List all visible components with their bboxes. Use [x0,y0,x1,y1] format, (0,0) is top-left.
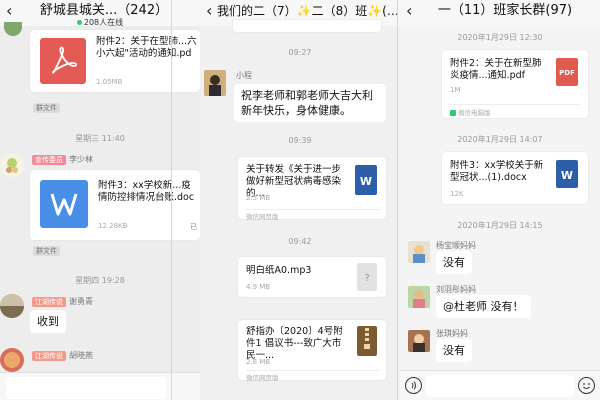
timestamp: 2020年1月29日 14:07 [457,135,543,144]
timestamp: 2020年1月29日 14:15 [457,221,543,230]
chat-panel-2: ‹ 我们的二（7）✨二（8）班✨(235) 09:27 小程 祝李老师和郭老师大… [200,0,400,400]
sender-name-text: 谢勇青 [69,297,93,306]
svg-text:W: W [360,175,372,188]
word-file-icon: W [556,160,578,188]
file-size: 12K [450,190,464,198]
timestamp: 星期四 19:28 [75,276,125,285]
text-message: 祝李老师和郭老师大吉大利新年快乐，身体健康。 [234,84,386,122]
chat-panel-1: ‹ 舒城县城关...（242） 208人在线 附件2：关于在型肺...六小六起"… [0,0,200,400]
question-icon: ? [364,273,369,284]
timestamp: 09:42 [288,237,312,246]
file-size: 1M [450,86,461,94]
sender-name-text: 李少林 [69,155,93,164]
chat-title: 我们的二（7）✨二（8）班✨(235) [217,4,399,18]
member-tag: 江湖传说 [32,350,66,361]
avatar[interactable] [0,294,24,318]
sender-name: 宣传委员 李少林 [32,154,93,165]
member-tag: 江湖传说 [32,296,66,307]
avatar[interactable] [408,330,430,352]
source-label: 微信网页版 [246,370,380,382]
panel-divider [397,0,398,400]
archive-file-icon [357,326,377,356]
sender-name: 张琪妈妈 [436,329,468,338]
file-message-card[interactable]: 附件3：xx学校关于新型冠状...(1).docx 12K W [442,152,588,204]
unknown-file-icon: ? [357,263,377,291]
file-name: 附件2：关于在新型肺炎疫情...通知.pdf [450,58,542,81]
file-message-card[interactable]: 关于转发《关于进一步做好新型冠状病毒感染的... 2.5 MB W 微信网页版 [238,157,386,221]
chat-header: ‹ 一（11）班家长群(97) [400,0,600,26]
timestamp: 星期三 11:40 [75,134,125,143]
message-input[interactable] [426,375,574,397]
panel-divider [171,0,172,400]
screenshot-collage: ‹ 舒城县城关...（242） 208人在线 附件2：关于在型肺...六小六起"… [0,0,600,400]
file-name: 附件2：关于在型肺...六小六起"活动的通知.pd [96,36,197,59]
chat-title: 一（11）班家长群(97) [437,3,573,18]
download-status: 已 [190,223,197,231]
avatar[interactable] [0,153,24,177]
text-message: 没有 [436,339,472,362]
wechat-icon [450,110,456,116]
avatar[interactable] [204,70,226,96]
sender-name: 江湖传说 谢勇青 [32,296,93,307]
sender-name: 刘羽彤妈妈 [436,285,476,294]
file-size: 12.28KB [98,222,128,230]
file-message-card[interactable]: 附件2：关于在新型肺炎疫情...通知.pdf 1M PDF 微信电脑版 [442,50,588,118]
sender-name: 江湖传说 胡晓燕 [32,350,93,361]
input-bar [400,370,600,400]
avatar[interactable] [408,286,430,308]
svg-text:W: W [561,169,573,182]
group-file-badge: 群文件 [33,103,60,113]
back-arrow-icon[interactable]: ‹ [206,2,212,20]
word-file-icon: W [355,165,377,195]
pdf-file-icon: PDF [556,58,578,86]
avatar[interactable] [408,241,430,263]
online-count: 208人在线 [83,18,124,27]
online-status: 208人在线 [0,17,200,28]
text-message: 收到 [30,310,66,333]
timestamp: 2020年1月29日 12:30 [457,33,543,42]
back-arrow-icon[interactable]: ‹ [406,2,412,20]
input-bar [0,372,200,400]
file-name: 舒指办〔2020〕4号附件1 倡议书---致广大市民一... [246,326,343,361]
chat-panel-3: ‹ 一（11）班家长群(97) 2020年1月29日 12:30 附件2：关于在… [400,0,600,400]
sender-name: 杨宝顺妈妈 [436,241,476,250]
file-name: 附件3：xx学校新...疫情防控排情况台账.doc [98,180,195,203]
avatar[interactable] [4,22,22,36]
group-file-badge: 群文件 [33,246,60,256]
file-size: 2.8 MB [246,358,271,366]
text-message: @杜老师 没有！ [436,295,531,318]
source-text: 微信电脑版 [458,109,491,117]
file-size: 4.9 MB [246,283,271,291]
voice-icon[interactable] [405,377,422,394]
file-name: 明白纸A0.mp3 [246,265,312,276]
file-name: 附件3：xx学校关于新型冠状...(1).docx [450,160,544,183]
file-message-card[interactable]: 明白纸A0.mp3 4.9 MB ? [238,257,386,297]
file-size: 2.5 MB [246,194,271,202]
text-message: 没有 [436,251,472,274]
svg-text:PDF: PDF [559,69,575,77]
file-size: 1.05MB [96,78,123,86]
word-file-icon [40,180,88,228]
source-label: 微信电脑版 [450,104,580,117]
timestamp: 09:39 [288,136,312,145]
file-message-card[interactable]: 附件3：xx学校新...疫情防控排情况台账.doc 12.28KB 已 [30,170,200,240]
member-tag: 宣传委员 [32,154,66,165]
timestamp: 09:27 [288,48,312,57]
file-message-card[interactable]: 附件2：关于在型肺...六小六起"活动的通知.pd 1.05MB [30,30,200,92]
emoji-icon[interactable] [578,377,595,394]
message-card-partial[interactable] [233,20,381,32]
message-input[interactable] [6,377,166,399]
sender-name: 小程 [236,71,252,80]
chat-header: ‹ 舒城县城关...（242） 208人在线 [0,0,200,28]
avatar[interactable] [0,348,24,372]
sender-name-text: 胡晓燕 [69,351,93,360]
online-dot-icon [76,20,82,25]
source-label: 微信网页版 [246,209,380,221]
file-message-card[interactable]: 舒指办〔2020〕4号附件1 倡议书---致广大市民一... 2.8 MB 微信… [238,320,386,382]
pdf-file-icon [40,38,86,84]
